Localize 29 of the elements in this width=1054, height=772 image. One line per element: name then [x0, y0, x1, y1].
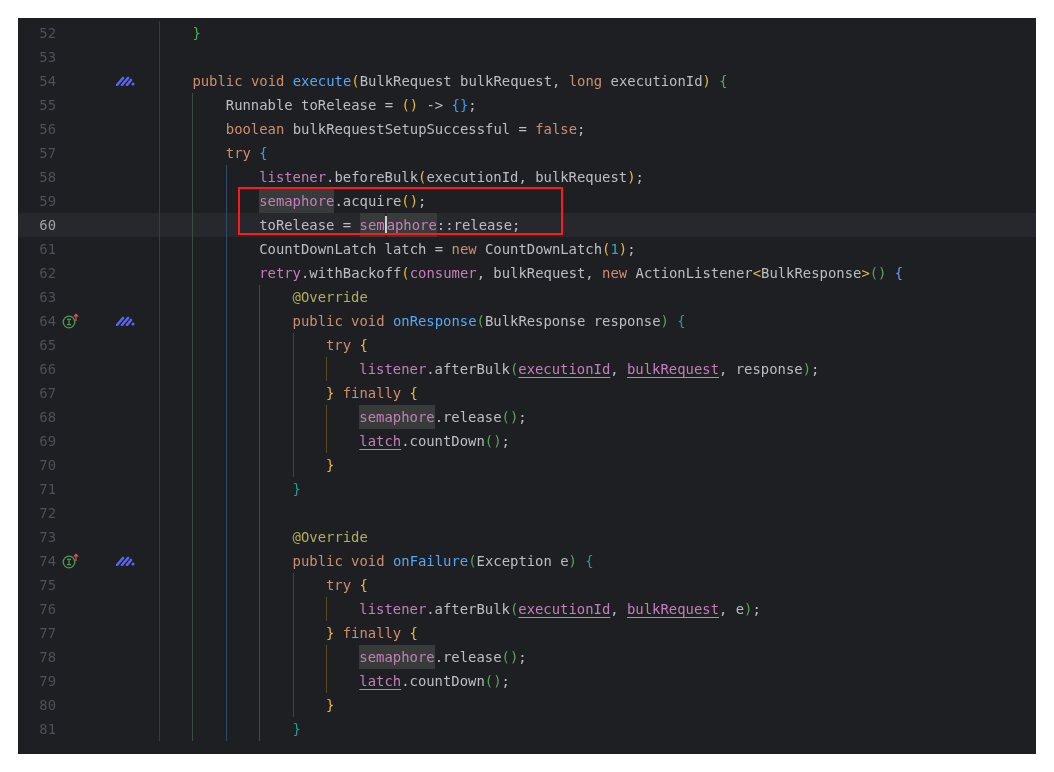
code-line: Runnable toRelease = () -> {};	[225, 96, 477, 115]
code-line: } finally {	[325, 624, 418, 643]
code-line: try {	[225, 144, 268, 163]
text-caret	[384, 215, 387, 235]
code-line: toRelease = sem aphore::release;	[259, 215, 521, 235]
code-line: public void onFailure(Exception e) {	[292, 552, 594, 571]
code-line: public void onResponse(BulkResponse response) {	[292, 312, 686, 331]
code-line: latch.countDown();	[359, 432, 510, 451]
code-line: try {	[325, 576, 368, 595]
code-line: listener.afterBulk(executionId, bulkRequest, e);	[359, 600, 761, 619]
code-line: listener.beforeBulk(executionId, bulkRequest);	[259, 168, 644, 187]
code-line: semaphore.release();	[359, 407, 527, 427]
code-line: } finally {	[325, 384, 418, 403]
code-line: boolean bulkRequestSetupSuccessful = false;	[225, 120, 586, 139]
code-line: }	[325, 696, 335, 715]
code-line: listener.afterBulk(executionId, bulkRequest, response);	[359, 360, 820, 379]
code-line: semaphore.release();	[359, 647, 527, 667]
code-line: }	[325, 456, 335, 475]
code-line: @Override	[292, 528, 368, 547]
code-line: latch.countDown();	[359, 672, 510, 691]
code-line: retry.withBackoff(consumer, bulkRequest, new ActionListener<BulkResponse>() {	[259, 264, 904, 283]
code-line: try {	[325, 336, 368, 355]
code-line: CountDownLatch latch = new CountDownLatch(1);	[259, 240, 636, 259]
code-line: public void execute(BulkRequest bulkRequest, long executionId) {	[192, 72, 728, 91]
code-line: }	[292, 480, 301, 499]
line-number: 60	[38, 216, 56, 235]
code-line: }	[292, 720, 301, 739]
code-line: }	[192, 24, 201, 43]
code-line: @Override	[292, 288, 368, 307]
